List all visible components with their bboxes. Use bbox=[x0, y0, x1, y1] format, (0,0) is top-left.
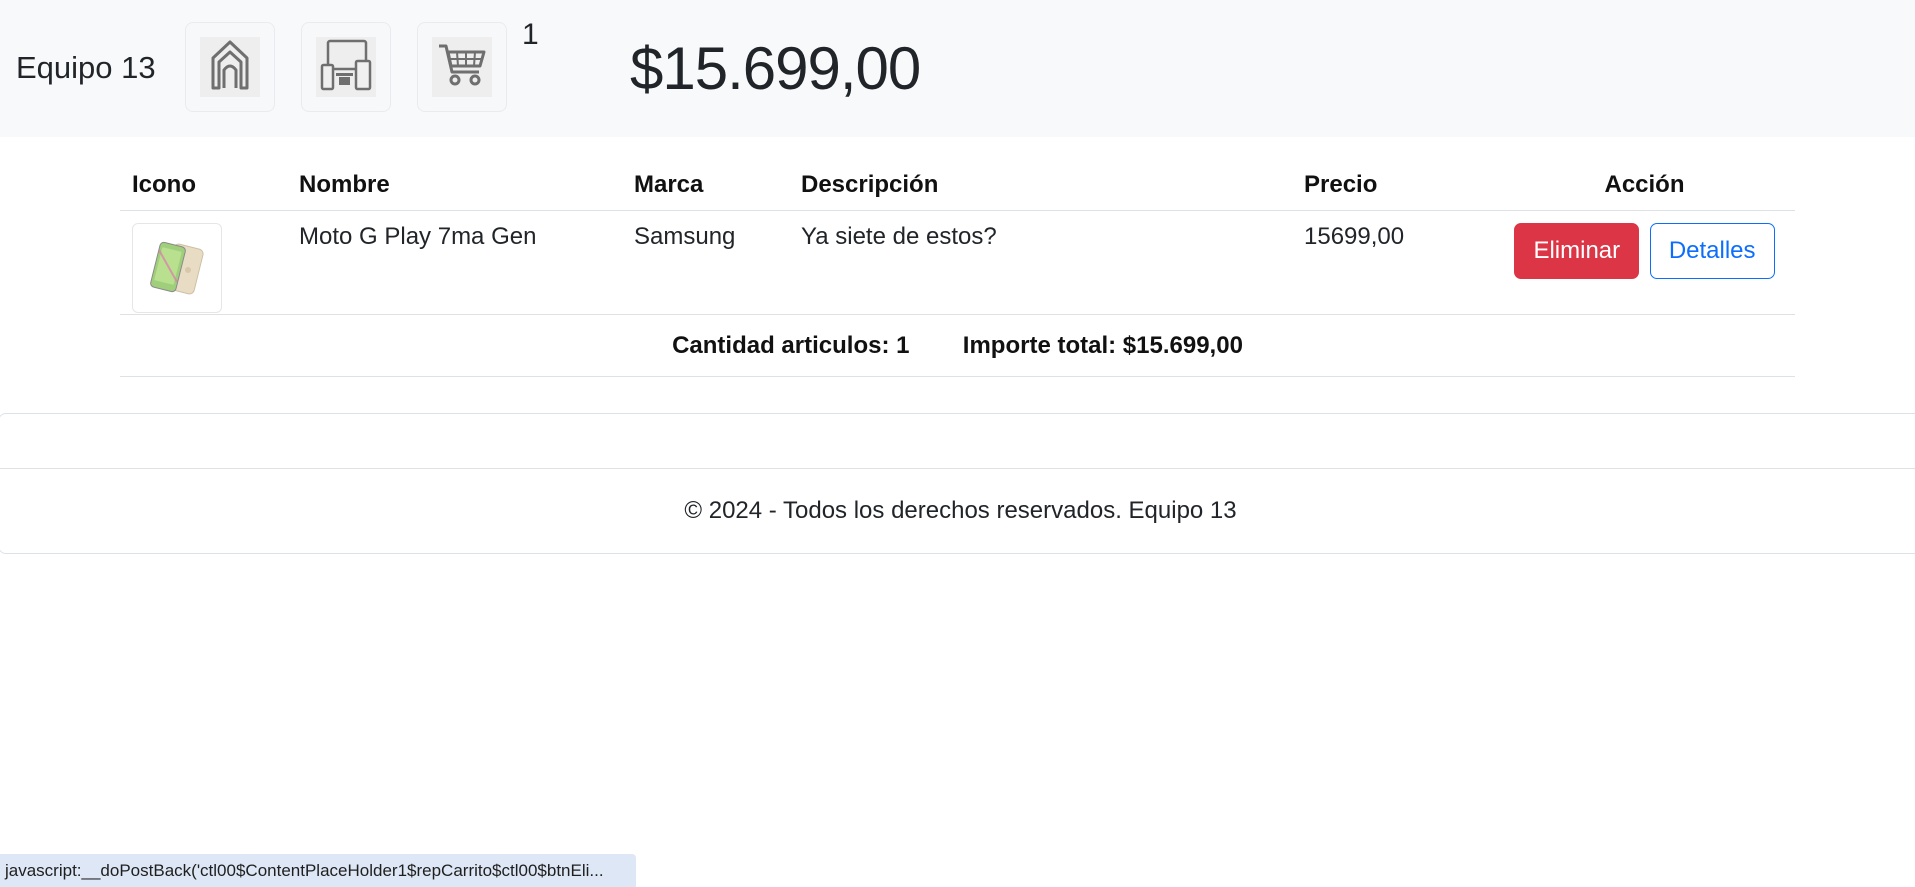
browser-status-bar: javascript:__doPostBack('ctl00$ContentPl… bbox=[0, 854, 636, 887]
devices-icon bbox=[320, 39, 372, 96]
shopping-cart-icon bbox=[437, 42, 487, 93]
total-quantity: Cantidad articulos: 1 bbox=[672, 331, 910, 359]
row-description: Ya siete de estos? bbox=[789, 210, 1292, 315]
totals-cell: Cantidad articulos: 1 Importe total: $15… bbox=[120, 314, 1795, 377]
header-description: Descripción bbox=[789, 160, 1292, 211]
brand-name[interactable]: Equipo 13 bbox=[16, 50, 156, 86]
totals-row: Cantidad articulos: 1 Importe total: $15… bbox=[120, 314, 1795, 377]
details-button[interactable]: Detalles bbox=[1649, 223, 1775, 279]
row-price: 15699,00 bbox=[1292, 210, 1494, 315]
row-name: Moto G Play 7ma Gen bbox=[287, 210, 622, 315]
footer-copyright: © 2024 - Todos los derechos reservados. … bbox=[684, 497, 1237, 524]
phone-image bbox=[132, 223, 222, 313]
row-image-cell bbox=[120, 210, 287, 315]
nav-cart-button[interactable] bbox=[417, 22, 507, 112]
header-brand: Marca bbox=[622, 160, 789, 211]
total-amount: Importe total: $15.699,00 bbox=[962, 331, 1243, 359]
header-icon: Icono bbox=[120, 160, 287, 211]
header-action: Acción bbox=[1494, 160, 1795, 211]
navbar: Equipo 13 1 $15.699,00 bbox=[0, 0, 1915, 137]
cart-table: Icono Nombre Marca Descripción Precio Ac… bbox=[120, 160, 1795, 377]
table-header-row: Icono Nombre Marca Descripción Precio Ac… bbox=[120, 160, 1795, 211]
row-actions: Eliminar Detalles bbox=[1494, 210, 1795, 315]
cart-total-amount: $15.699,00 bbox=[630, 35, 921, 102]
row-brand: Samsung bbox=[622, 210, 789, 315]
table-row: Moto G Play 7ma Gen Samsung Ya siete de … bbox=[120, 210, 1795, 315]
delete-button[interactable]: Eliminar bbox=[1514, 223, 1640, 279]
nav-home-button[interactable] bbox=[185, 22, 275, 112]
cart-count-badge: 1 bbox=[522, 18, 539, 51]
header-price: Precio bbox=[1292, 160, 1494, 211]
nav-catalog-button[interactable] bbox=[301, 22, 391, 112]
home-icon bbox=[211, 40, 249, 95]
footer-header bbox=[0, 413, 1915, 469]
footer: © 2024 - Todos los derechos reservados. … bbox=[0, 468, 1915, 554]
header-name: Nombre bbox=[287, 160, 622, 211]
